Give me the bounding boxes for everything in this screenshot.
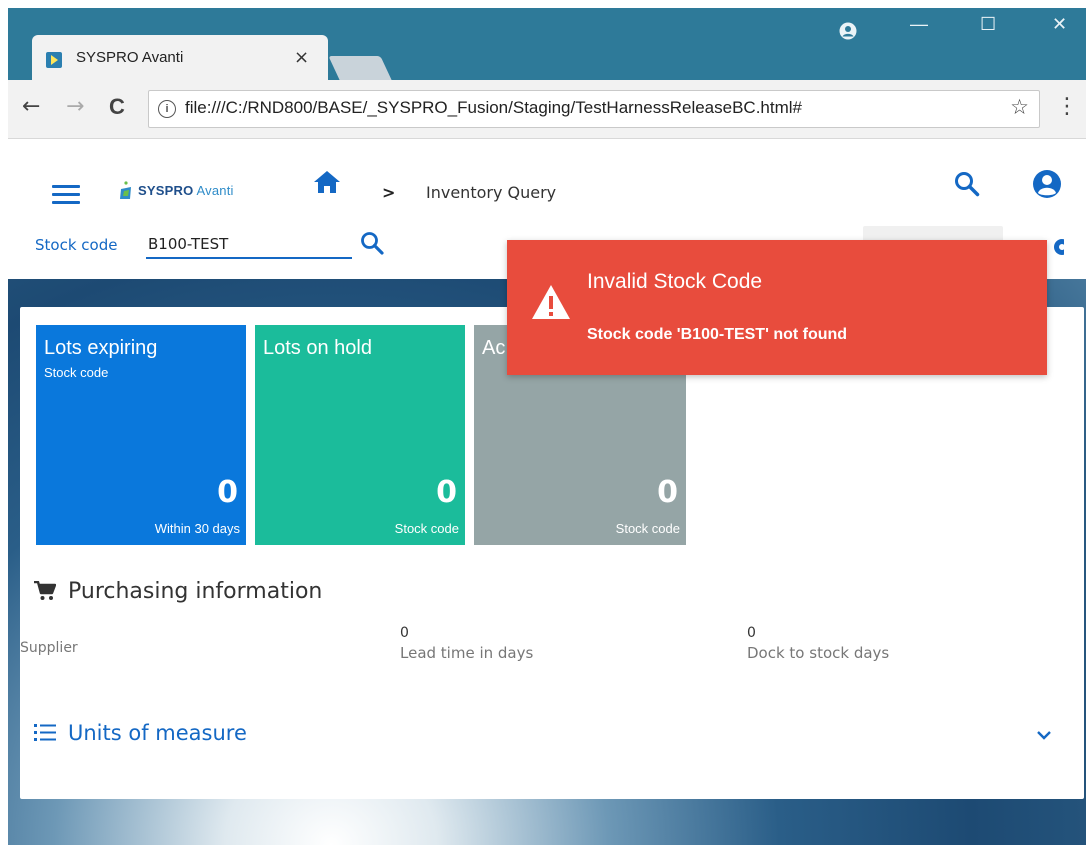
address-bar: ← → C i file:///C:/RND800/BASE/_SYSPRO_F…	[8, 80, 1086, 139]
forward-button[interactable]: →	[66, 94, 84, 119]
stock-code-input[interactable]	[146, 231, 352, 259]
back-button[interactable]: ←	[22, 94, 40, 119]
stock-code-search-icon[interactable]	[360, 231, 384, 255]
browser-tab[interactable]: SYSPRO Avanti ×	[32, 35, 328, 80]
tile-title: Lots expiring	[44, 337, 158, 359]
dock-to-stock-value: 0	[747, 625, 756, 641]
new-tab-button[interactable]	[328, 56, 392, 80]
app-header: SYSPRO Avanti > Inventory Query	[8, 139, 1086, 219]
inventory-card: Lots expiring Stock code 0 Within 30 day…	[20, 307, 1084, 799]
maximize-button[interactable]: ☐	[980, 14, 996, 35]
tile-lots-on-hold[interactable]: Lots on hold 0 Stock code	[255, 325, 465, 545]
shopping-cart-icon	[34, 581, 56, 600]
user-account-icon[interactable]	[1032, 169, 1062, 199]
logo-product: Avanti	[196, 183, 234, 198]
home-icon[interactable]	[313, 169, 341, 195]
lead-time-label: Lead time in days	[400, 644, 534, 662]
units-of-measure-title: Units of measure	[68, 721, 247, 745]
breadcrumb-current-page: Inventory Query	[426, 183, 557, 202]
tile-value: 0	[657, 475, 678, 510]
tile-value: 0	[217, 475, 238, 510]
purchasing-section-title: Purchasing information	[68, 579, 323, 604]
tile-footer: Stock code	[615, 521, 680, 536]
settings-gear-icon[interactable]	[1048, 237, 1064, 257]
warning-icon	[532, 285, 570, 319]
reload-button[interactable]: C	[109, 94, 125, 120]
browser-window: SYSPRO Avanti × — ☐ ✕ ← → C i file:///C:…	[8, 8, 1086, 845]
tile-footer: Within 30 days	[154, 521, 240, 536]
stock-code-label: Stock code	[35, 236, 118, 254]
info-icon[interactable]: i	[158, 100, 176, 118]
minimize-button[interactable]: —	[910, 14, 928, 35]
tile-title: Lots on hold	[263, 337, 372, 359]
tile-footer: Stock code	[394, 521, 459, 536]
dock-to-stock-label: Dock to stock days	[747, 644, 890, 662]
profile-icon[interactable]	[839, 22, 857, 40]
logo-brand: SYSPRO	[138, 183, 194, 198]
search-icon[interactable]	[954, 171, 980, 197]
browser-menu-icon[interactable]: ⋮	[1056, 94, 1078, 119]
error-toast[interactable]: Invalid Stock Code Stock code 'B100-TEST…	[507, 240, 1047, 375]
bookmark-star-icon[interactable]: ☆	[1010, 95, 1029, 119]
app-page: SYSPRO Avanti > Inventory Query Stock co…	[8, 139, 1086, 845]
numbered-list-icon	[34, 724, 56, 741]
tab-title: SYSPRO Avanti	[76, 49, 184, 66]
tile-value: 0	[436, 475, 457, 510]
chevron-down-icon[interactable]	[1036, 729, 1052, 741]
syspro-favicon-icon	[46, 52, 62, 68]
toast-message: Stock code 'B100-TEST' not found	[587, 326, 848, 343]
url-field[interactable]: i file:///C:/RND800/BASE/_SYSPRO_Fusion/…	[148, 90, 1040, 128]
lead-time-value: 0	[400, 625, 409, 641]
tile-title: Ac	[482, 337, 506, 359]
lead-time-field: 0 Lead time in days	[400, 625, 533, 662]
hamburger-menu-icon[interactable]	[52, 185, 80, 205]
supplier-label: Supplier	[20, 640, 78, 656]
supplier-field: Supplier	[20, 637, 78, 656]
toast-title: Invalid Stock Code	[587, 270, 763, 293]
url-text[interactable]: file:///C:/RND800/BASE/_SYSPRO_Fusion/St…	[185, 98, 802, 118]
title-bar: SYSPRO Avanti × — ☐ ✕	[8, 8, 1086, 80]
tile-lots-expiring[interactable]: Lots expiring Stock code 0 Within 30 day…	[36, 325, 246, 545]
tab-close-icon[interactable]: ×	[294, 47, 309, 68]
syspro-logo-icon	[120, 181, 131, 199]
close-window-button[interactable]: ✕	[1052, 14, 1067, 35]
breadcrumb-separator: >	[382, 183, 396, 202]
tile-subtitle: Stock code	[44, 365, 109, 380]
dock-to-stock-field: 0 Dock to stock days	[747, 625, 889, 662]
